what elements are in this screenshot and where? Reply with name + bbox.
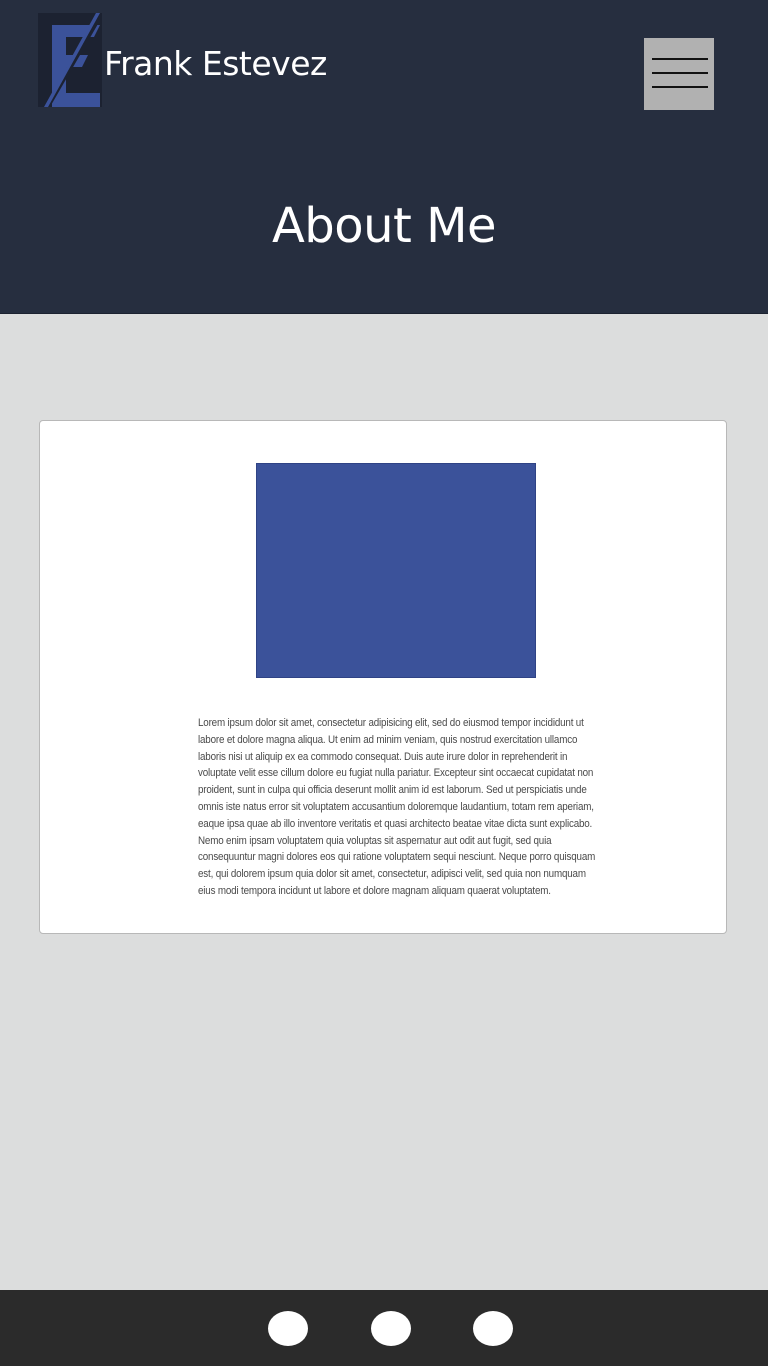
social-link-3-icon[interactable] [473, 1311, 513, 1346]
menu-bar-middle [652, 72, 708, 74]
social-link-2-icon[interactable] [371, 1311, 411, 1346]
menu-bar-bottom [652, 86, 708, 88]
site-footer [0, 1290, 768, 1366]
site-name[interactable]: Frank Estevez [104, 42, 327, 86]
about-card: Lorem ipsum dolor sit amet, consectetur … [39, 420, 727, 934]
site-header: Frank Estevez About Me [0, 0, 768, 314]
bio-text: Lorem ipsum dolor sit amet, consectetur … [198, 717, 596, 897]
hamburger-menu-button[interactable] [644, 38, 714, 110]
social-link-1-icon[interactable] [268, 1311, 308, 1346]
bio-container: Lorem ipsum dolor sit amet, consectetur … [198, 715, 596, 900]
profile-photo-placeholder [256, 463, 536, 678]
page-title: About Me [271, 198, 497, 254]
menu-bar-top [652, 58, 708, 60]
fe-logo-icon[interactable] [38, 13, 102, 107]
